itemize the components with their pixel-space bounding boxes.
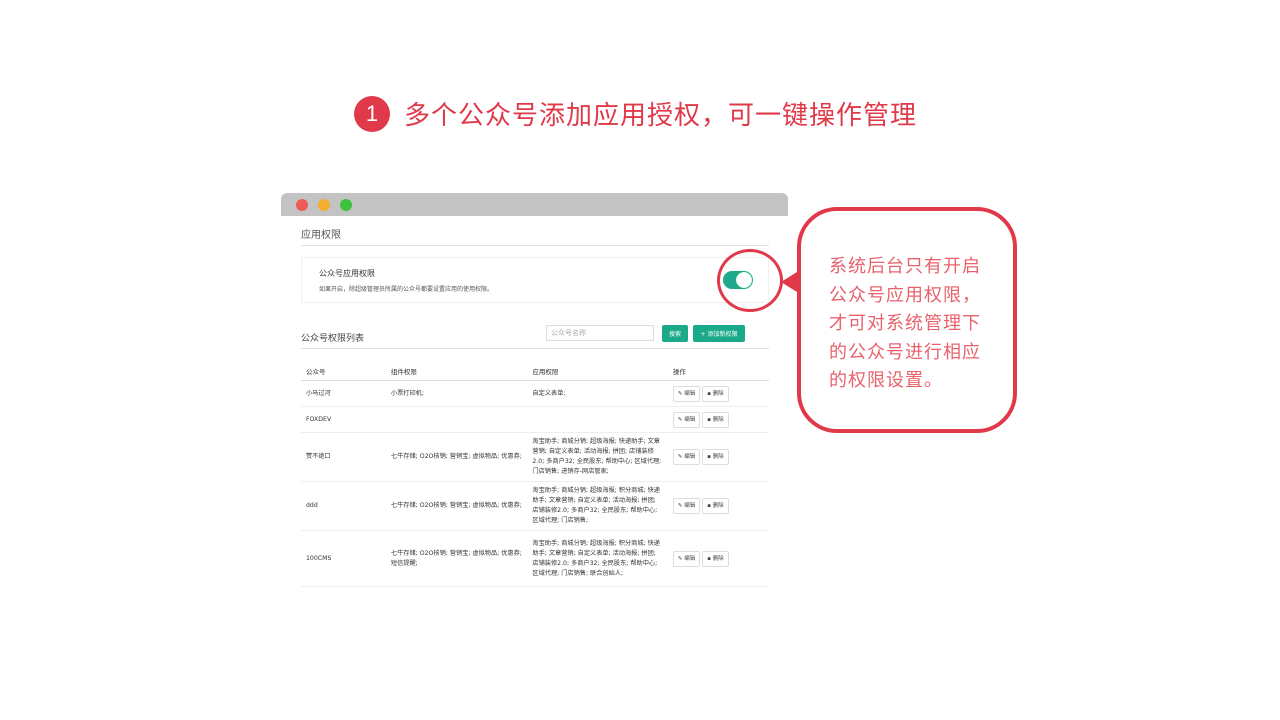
minimize-window-icon[interactable]: [318, 199, 330, 211]
permission-table: 公众号 组件权限 应用权限 操作 小马过河 小票打印机; 自定义表单; ✎ 编辑 ▪ 删…: [301, 363, 769, 587]
actions-cell: ✎ 编辑 ▪ 删除: [667, 432, 769, 482]
column-header: 应用权限: [527, 363, 668, 381]
table-row: ddd 七牛存储; O2O核销; 营销宝; 虚拟物品; 优惠券; 淘宝助手; 商城分…: [301, 481, 769, 531]
table-body: 小马过河 小票打印机; 自定义表单; ✎ 编辑 ▪ 删除 FOXDEV ✎ 编辑 ▪ 删除 赞不…: [301, 380, 769, 587]
edit-button[interactable]: ✎ 编辑: [672, 449, 701, 465]
edit-label: 编辑: [684, 503, 696, 509]
actions-cell: ✎ 编辑 ▪ 删除: [667, 380, 769, 407]
edit-button[interactable]: ✎ 编辑: [672, 411, 701, 428]
app-permission-cell: 淘宝助手; 商城分销; 超级海报; 快递助手; 文章营销; 自定义表单; 活动海…: [527, 432, 668, 482]
edit-button[interactable]: ✎ 编辑: [672, 550, 701, 567]
delete-button[interactable]: ▪ 删除: [702, 449, 729, 465]
account-name-cell: 小马过河: [301, 380, 386, 407]
widget-permission-cell: 小票打印机;: [385, 380, 528, 407]
permission-panel: 公众号应用权限 如果开启，除超级管理员所属的公众号都要设置应用的使用权限。: [301, 249, 783, 312]
account-name-cell: 赞不绝口: [301, 432, 386, 482]
section-title: 应用权限: [301, 216, 769, 246]
delete-label: 删除: [712, 454, 724, 460]
heading-text: 多个公众号添加应用授权，可一键操作管理: [404, 101, 918, 131]
column-header: 组件权限: [385, 363, 528, 381]
highlight-ring: [717, 249, 783, 312]
column-header: 操作: [667, 363, 769, 381]
actions-cell: ✎ 编辑 ▪ 删除: [667, 406, 769, 433]
delete-label: 删除: [712, 503, 724, 509]
table-row: 100CMS 七牛存储; O2O核销; 营销宝; 虚拟物品; 优惠券; 短信提醒;…: [301, 530, 769, 587]
edit-label: 编辑: [684, 454, 696, 460]
add-permission-button[interactable]: + 添加新权限: [693, 325, 745, 342]
browser-window: 应用权限 公众号应用权限 如果开启，除超级管理员所属的公众号都要设置应用的使用权…: [281, 193, 788, 593]
account-name-cell: FOXDEV: [301, 406, 386, 433]
permission-title: 公众号应用权限: [319, 269, 375, 278]
delete-label: 删除: [712, 416, 724, 423]
app-permission-cell: 自定义表单;: [527, 380, 668, 407]
permission-description: 如果开启，除超级管理员所属的公众号都要设置应用的使用权限。: [319, 286, 494, 293]
table-row: FOXDEV ✎ 编辑 ▪ 删除: [301, 406, 769, 433]
widget-permission-cell: 七牛存储; O2O核销; 营销宝; 虚拟物品; 优惠券;: [385, 432, 528, 482]
list-toolbar: 公众号权限列表 搜索 + 添加新权限: [301, 325, 769, 349]
account-name-cell: 100CMS: [301, 530, 386, 587]
table-row: 赞不绝口 七牛存储; O2O核销; 营销宝; 虚拟物品; 优惠券; 淘宝助手; 商城…: [301, 432, 769, 482]
app-permission-cell: [527, 406, 668, 433]
edit-label: 编辑: [684, 390, 696, 397]
delete-label: 删除: [712, 555, 724, 562]
app-permission-cell: 淘宝助手; 商城分销; 超级海报; 积分商城; 快递助手; 文章营销; 自定义表…: [527, 481, 668, 531]
delete-button[interactable]: ▪ 删除: [702, 550, 729, 567]
search-input[interactable]: [546, 325, 654, 341]
edit-button[interactable]: ✎ 编辑: [672, 385, 701, 402]
delete-button[interactable]: ▪ 删除: [702, 385, 729, 402]
app-permission-cell: 淘宝助手; 商城分销; 超级海报; 积分商城; 快递助手; 文章营销; 自定义表…: [527, 530, 668, 587]
close-window-icon[interactable]: [296, 199, 308, 211]
table-header-row: 公众号 组件权限 应用权限 操作: [301, 363, 769, 381]
slide-heading: 1 多个公众号添加应用授权，可一键操作管理: [354, 95, 917, 132]
edit-button[interactable]: ✎ 编辑: [672, 498, 701, 514]
actions-cell: ✎ 编辑 ▪ 删除: [667, 481, 769, 531]
widget-permission-cell: 七牛存储; O2O核销; 营销宝; 虚拟物品; 优惠券; 短信提醒;: [385, 530, 528, 587]
delete-label: 删除: [712, 390, 724, 397]
search-button[interactable]: 搜索: [662, 325, 688, 342]
table-row: 小马过河 小票打印机; 自定义表单; ✎ 编辑 ▪ 删除: [301, 380, 769, 407]
edit-label: 编辑: [684, 555, 696, 562]
list-title: 公众号权限列表: [301, 334, 365, 344]
widget-permission-cell: 七牛存储; O2O核销; 营销宝; 虚拟物品; 优惠券;: [385, 481, 528, 531]
column-header: 公众号: [301, 363, 386, 381]
edit-label: 编辑: [684, 416, 696, 423]
window-titlebar: [281, 193, 788, 216]
callout-box: 系统后台只有开启公众号应用权限，才可对系统管理下的公众号进行相应的权限设置。: [797, 207, 1017, 433]
step-badge: 1: [354, 95, 390, 132]
callout-text: 系统后台只有开启公众号应用权限，才可对系统管理下的公众号进行相应的权限设置。: [829, 256, 981, 391]
page-content: 应用权限 公众号应用权限 如果开启，除超级管理员所属的公众号都要设置应用的使用权…: [301, 216, 783, 587]
delete-button[interactable]: ▪ 删除: [702, 411, 729, 428]
delete-button[interactable]: ▪ 删除: [702, 498, 729, 514]
actions-cell: ✎ 编辑 ▪ 删除: [667, 530, 769, 587]
maximize-window-icon[interactable]: [340, 199, 352, 211]
callout-arrow: [781, 272, 797, 292]
widget-permission-cell: [385, 406, 528, 433]
account-name-cell: ddd: [301, 481, 386, 531]
